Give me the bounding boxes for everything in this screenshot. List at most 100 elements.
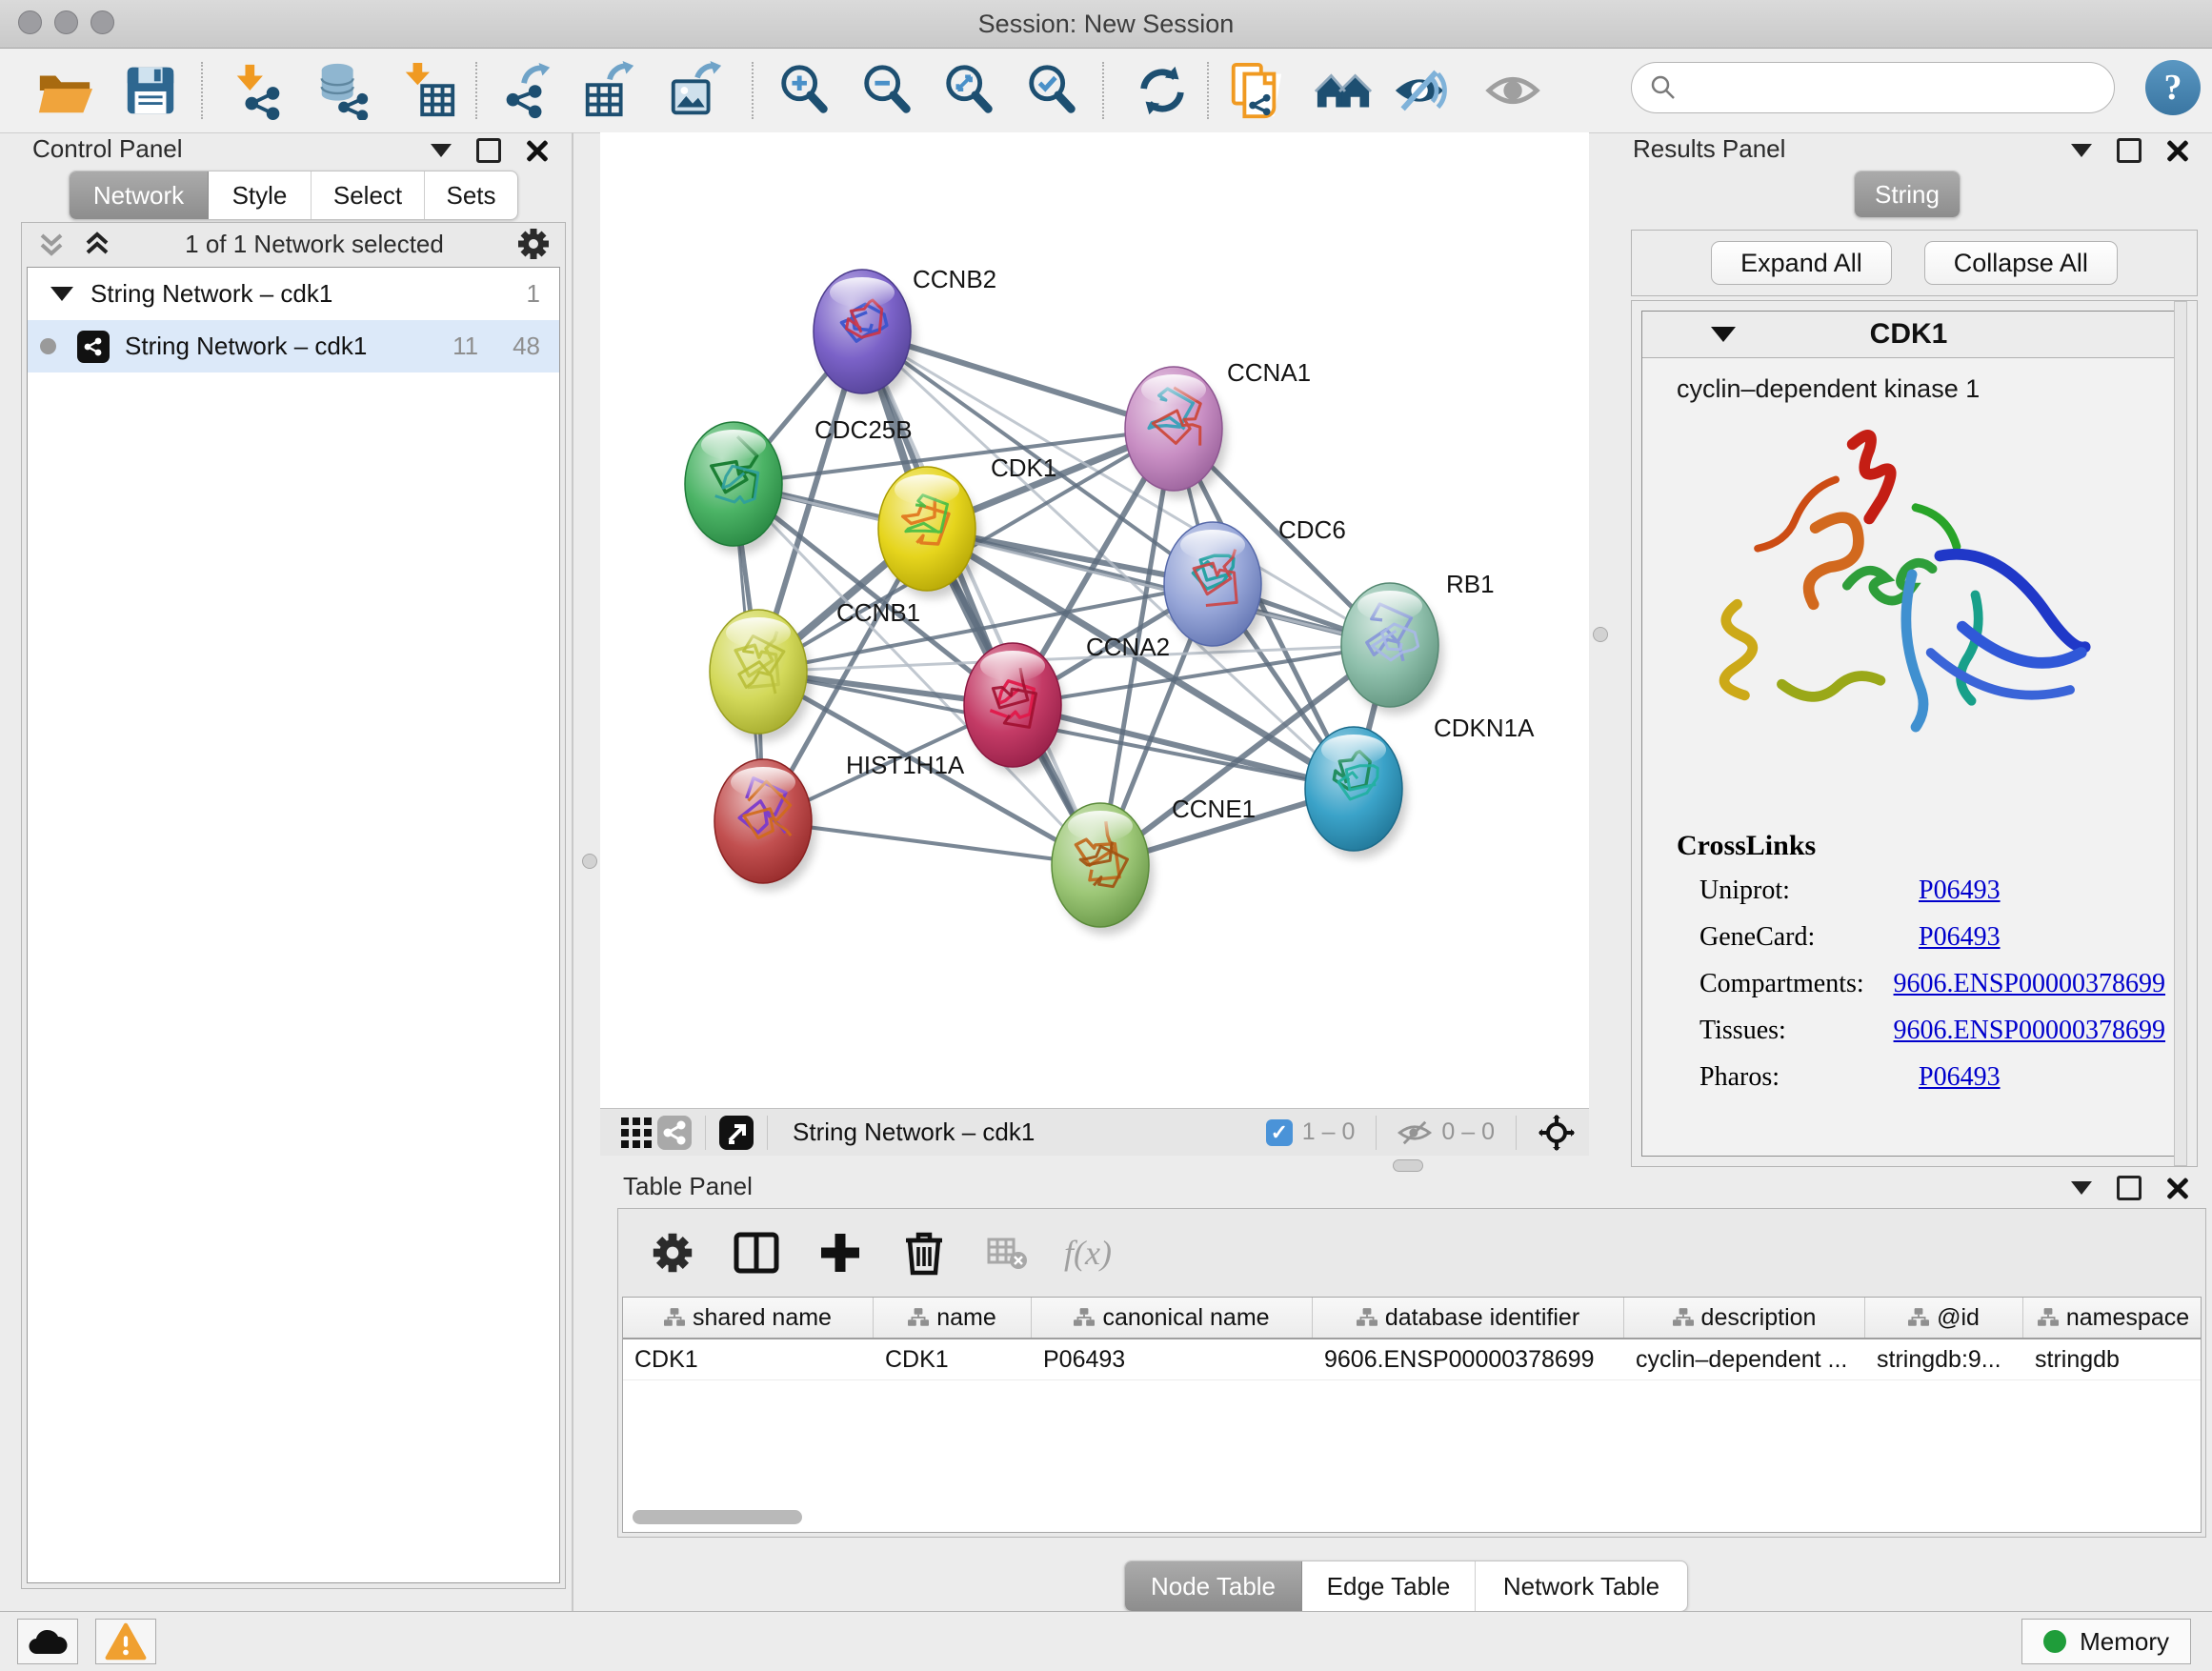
- column-header-database-identifier[interactable]: database identifier: [1313, 1298, 1624, 1338]
- protein-card-header[interactable]: CDK1: [1642, 312, 2175, 358]
- first-neighbors-button[interactable]: [1307, 56, 1379, 125]
- open-session-button[interactable]: [29, 56, 101, 125]
- memory-button[interactable]: Memory: [2021, 1619, 2191, 1664]
- detach-view-button[interactable]: [717, 1115, 755, 1151]
- network-node-CDC6[interactable]: CDC6: [1164, 515, 1346, 654]
- node-label-CCNE1: CCNE1: [1172, 795, 1256, 823]
- create-column-button[interactable]: [813, 1225, 868, 1280]
- panel-collapse-icon[interactable]: [431, 144, 452, 157]
- import-network-from-database-button[interactable]: [307, 56, 379, 125]
- import-table-from-file-button[interactable]: [392, 56, 465, 125]
- network-canvas[interactable]: CCNB2CCNA1CDC25BCDK1CDC6RB1CCNB1CCNA2CDK…: [600, 132, 1589, 1108]
- selected-checkbox-icon[interactable]: ✓: [1266, 1119, 1293, 1146]
- network-row-selected[interactable]: String Network – cdk1 11 48: [28, 320, 559, 372]
- tab-sets[interactable]: Sets: [425, 171, 517, 219]
- crosslink-link[interactable]: P06493: [1919, 922, 2001, 953]
- crosslink-label: Tissues:: [1677, 1016, 1894, 1046]
- panel-close-icon[interactable]: [2166, 1177, 2189, 1199]
- column-header-name[interactable]: name: [874, 1298, 1032, 1338]
- bird-eye-view-button[interactable]: [1478, 56, 1551, 125]
- panel-float-icon[interactable]: [2117, 138, 2142, 163]
- column-header-canonical-name[interactable]: canonical name: [1032, 1298, 1313, 1338]
- search-box: [1631, 62, 2115, 113]
- table-container: f(x) shared namenamecanonical namedataba…: [617, 1208, 2206, 1538]
- zoom-out-button[interactable]: [852, 56, 924, 125]
- table-cell[interactable]: CDK1: [874, 1339, 1032, 1379]
- table-cell[interactable]: cyclin–dependent ...: [1624, 1339, 1865, 1379]
- column-header--id[interactable]: @id: [1865, 1298, 2023, 1338]
- network-options-gear-icon[interactable]: [515, 226, 552, 262]
- delete-column-button[interactable]: [896, 1225, 952, 1280]
- zoom-in-button[interactable]: [769, 56, 841, 125]
- grid-view-button[interactable]: [617, 1115, 655, 1151]
- crosslink-link[interactable]: 9606.ENSP00000378699: [1894, 969, 2165, 999]
- table-cell[interactable]: 9606.ENSP00000378699: [1313, 1339, 1624, 1379]
- panel-float-icon[interactable]: [2117, 1176, 2142, 1200]
- clone-network-button[interactable]: [1219, 56, 1292, 125]
- tab-string[interactable]: String: [1855, 171, 1960, 217]
- network-node-CCNB2[interactable]: CCNB2: [814, 265, 996, 401]
- tab-style[interactable]: Style: [209, 171, 312, 219]
- collapse-all-button[interactable]: Collapse All: [1924, 241, 2118, 285]
- panel-close-icon[interactable]: [526, 139, 549, 162]
- crosslink-link[interactable]: P06493: [1919, 876, 2001, 906]
- import-network-from-file-button[interactable]: [223, 56, 295, 125]
- crosslink-row: Uniprot: P06493: [1677, 876, 2165, 906]
- network-node-CDK1[interactable]: CDK1: [878, 453, 1056, 598]
- tab-node-table[interactable]: Node Table: [1125, 1561, 1302, 1611]
- collection-expand-icon[interactable]: [50, 287, 73, 301]
- network-node-HIST1H1A[interactable]: HIST1H1A: [714, 751, 965, 891]
- help-button[interactable]: ?: [2145, 60, 2201, 115]
- database-icon: [313, 61, 372, 120]
- birds-eye-crosshair-icon[interactable]: [1538, 1114, 1576, 1152]
- network-node-CDKN1A[interactable]: CDKN1A: [1305, 714, 1535, 858]
- export-table-button[interactable]: [573, 56, 646, 125]
- network-edge-count: 48: [513, 332, 540, 361]
- save-session-button[interactable]: [114, 56, 187, 125]
- tab-edge-table[interactable]: Edge Table: [1302, 1561, 1476, 1611]
- search-input[interactable]: [1687, 73, 2097, 103]
- horizontal-scrollbar-thumb[interactable]: [633, 1510, 802, 1524]
- column-header-shared-name[interactable]: shared name: [623, 1298, 874, 1338]
- network-view-mode-button[interactable]: [655, 1115, 694, 1151]
- table-cell[interactable]: stringdb:9...: [1865, 1339, 2023, 1379]
- network-node-RB1[interactable]: RB1: [1341, 570, 1495, 715]
- network-graph[interactable]: CCNB2CCNA1CDC25BCDK1CDC6RB1CCNB1CCNA2CDK…: [600, 132, 1589, 1108]
- control-panel-title: Control Panel: [32, 134, 183, 164]
- panel-collapse-icon[interactable]: [2071, 1181, 2092, 1195]
- table-row[interactable]: CDK1CDK1P064939606.ENSP00000378699cyclin…: [623, 1339, 2201, 1380]
- table-cell[interactable]: P06493: [1032, 1339, 1313, 1379]
- show-hide-graphics-details-button[interactable]: [1385, 56, 1458, 125]
- zoom-fit-content-button[interactable]: [934, 56, 1006, 125]
- zoom-selected-button[interactable]: [1016, 56, 1089, 125]
- table-cell[interactable]: CDK1: [623, 1339, 874, 1379]
- panel-collapse-icon[interactable]: [2071, 144, 2092, 157]
- tab-select[interactable]: Select: [312, 171, 425, 219]
- network-node-CCNA2[interactable]: CCNA2: [964, 633, 1170, 775]
- export-image-button[interactable]: [659, 56, 732, 125]
- export-network-button[interactable]: [490, 56, 562, 125]
- results-scrollbar[interactable]: [2174, 301, 2187, 1166]
- tab-network[interactable]: Network: [70, 171, 209, 219]
- cloud-status-button[interactable]: [17, 1619, 78, 1664]
- table-cell[interactable]: stringdb: [2023, 1339, 2202, 1379]
- warnings-button[interactable]: [95, 1619, 156, 1664]
- crosslink-link[interactable]: P06493: [1919, 1062, 2001, 1093]
- apply-preferred-layout-button[interactable]: [1126, 56, 1198, 125]
- tab-network-table[interactable]: Network Table: [1476, 1561, 1687, 1611]
- network-node-CCNE1[interactable]: CCNE1: [1052, 795, 1256, 935]
- column-header-namespace[interactable]: namespace: [2023, 1298, 2202, 1338]
- table-options-button[interactable]: [645, 1225, 700, 1280]
- network-collection-row[interactable]: String Network – cdk1 1: [28, 268, 559, 320]
- collapse-all-networks-icon[interactable]: [81, 228, 113, 260]
- crosslink-link[interactable]: 9606.ENSP00000378699: [1894, 1016, 2165, 1046]
- expand-all-networks-icon[interactable]: [35, 228, 68, 260]
- panel-close-icon[interactable]: [2166, 139, 2189, 162]
- network-node-CCNA1[interactable]: CCNA1: [1125, 358, 1311, 498]
- show-column-selector-button[interactable]: [729, 1225, 784, 1280]
- right-splitter-handle[interactable]: [1593, 627, 1608, 642]
- expand-all-button[interactable]: Expand All: [1711, 241, 1892, 285]
- column-header-description[interactable]: description: [1624, 1298, 1865, 1338]
- panel-float-icon[interactable]: [476, 138, 501, 163]
- left-splitter-handle[interactable]: [582, 854, 597, 869]
